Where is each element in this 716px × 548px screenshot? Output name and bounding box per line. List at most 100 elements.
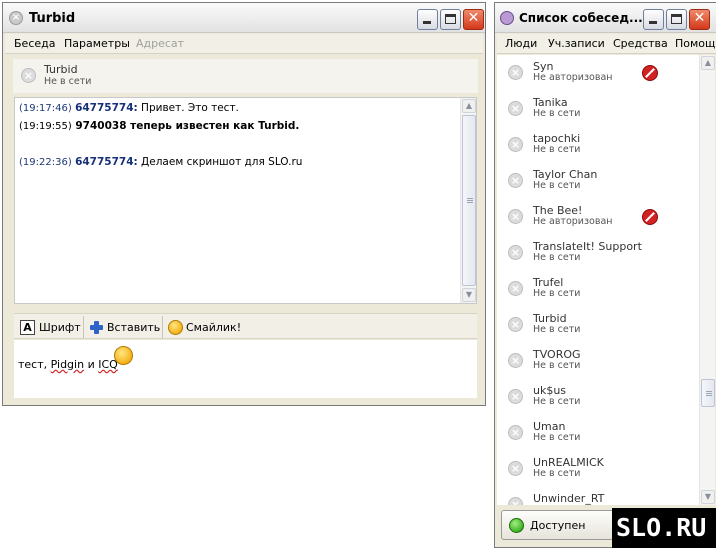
scroll-down-arrow-icon[interactable]: ▼ [701,490,715,504]
close-button[interactable]: ✕ [689,9,710,30]
minimize-icon [423,21,431,24]
buddy-list: × Syn Не авторизован × Tanika Не в сети × tapoc… [497,55,715,505]
buddy-status: Не в сети [533,468,581,479]
scroll-up-arrow-icon[interactable]: ▲ [701,56,715,70]
smiley-button-label: Смайлик! [186,320,242,334]
offline-status-icon: × [508,101,523,116]
message-timestamp: (19:22:36) [19,157,72,168]
font-icon: A [20,319,35,335]
buddy-status: Не в сети [533,144,581,155]
offline-status-icon: × [508,353,523,368]
insert-button-label: Вставить [107,320,161,334]
menu-conversation[interactable]: Беседа [14,37,55,50]
buddy-name: Unwinder_RT [533,492,605,505]
blocked-icon [642,65,658,81]
scrollbar-thumb[interactable] [462,115,476,286]
buddy-list-item[interactable]: × TranslateIt! Support Не в сети [497,235,707,271]
message-timestamp: (19:19:55) [19,121,72,132]
scroll-up-arrow-icon[interactable]: ▲ [462,99,476,113]
font-button[interactable]: A Шрифт [20,314,81,340]
maximize-icon [671,14,682,24]
conversation-log[interactable]: (19:17:46) 64775774: Привет. Это тест. (… [14,97,477,304]
buddy-status: Не в сети [533,252,581,263]
buddy-list-item[interactable]: × UnREALMICK Не в сети [497,451,707,487]
buddy-list-item[interactable]: × Uman Не в сети [497,415,707,451]
maximize-button[interactable] [666,9,687,30]
offline-status-icon: × [508,209,523,224]
chat-menubar: Беседа Параметры Адресат [5,34,483,54]
buddy-list-titlebar[interactable]: Список собесед... ✕ [495,3,716,33]
watermark-text: SLO.RU [616,513,707,542]
buddy-list-item[interactable]: × uk$us Не в сети [497,379,707,415]
buddy-list-item[interactable]: × Unwinder_RT [497,487,707,505]
buddy-status: Не авторизован [533,216,613,227]
menu-options[interactable]: Параметры [64,37,130,50]
offline-status-icon: × [508,281,523,296]
menu-recipient[interactable]: Адресат [136,37,184,50]
menu-accounts[interactable]: Уч.записи [548,37,605,50]
chat-window: × Turbid ✕ Беседа Параметры Адресат × Tu… [2,2,486,406]
message-input[interactable]: тест, Pidgin и ICQ [14,340,477,398]
buddy-list-item[interactable]: × TVOROG Не в сети [497,343,707,379]
message-input-text: тест, Pidgin и ICQ [18,358,118,371]
offline-status-icon: × [508,173,523,188]
buddy-status: Не в сети [533,108,581,119]
message-text: Делаем скриншот для SLO.ru [137,156,303,168]
buddy-list-window: Список собесед... ✕ Люди Уч.записи Средс… [494,2,716,548]
buddy-status: Не в сети [533,432,581,443]
inline-smiley-icon [114,346,133,365]
buddy-status: Не в сети [533,396,581,407]
offline-status-icon: × [508,317,523,332]
buddy-list-item[interactable]: × Tanika Не в сети [497,91,707,127]
buddy-list-item[interactable]: × The Bee! Не авторизован [497,199,707,235]
message-sender: 64775774: [75,156,138,168]
menu-tools[interactable]: Средства [613,37,668,50]
offline-status-icon: × [9,11,23,25]
maximize-button[interactable] [440,9,461,30]
buddy-status: Не в сети [533,324,581,335]
insert-button[interactable]: Вставить [90,314,160,340]
insert-plus-icon [90,320,103,334]
offline-status-icon: × [508,137,523,152]
maximize-icon [445,14,456,24]
close-button[interactable]: ✕ [463,9,484,30]
chat-window-title: Turbid [29,11,76,26]
formatting-toolbar: A Шрифт Вставить Смайлик! [14,313,477,339]
menu-help[interactable]: Помощь [675,37,716,50]
scrollbar-thumb[interactable] [701,379,715,407]
smiley-icon [168,319,183,335]
message-text: Привет. Это тест. [137,102,239,114]
buddy-list-item[interactable]: × Trufel Не в сети [497,271,707,307]
menu-people[interactable]: Люди [505,37,537,50]
minimize-button[interactable] [417,9,438,30]
buddy-list-title: Список собесед... [519,11,643,25]
offline-status-icon: × [508,245,523,260]
smiley-button[interactable]: Смайлик! [168,314,241,340]
misspelled-word: Pidgin [50,358,85,371]
buddy-list-item[interactable]: × tapochki Не в сети [497,127,707,163]
pidgin-icon [500,11,514,25]
conversation-scrollbar[interactable]: ▲ ▼ [460,98,476,303]
buddy-list-scrollbar[interactable]: ▲ ▼ [699,55,715,505]
message-sender: 64775774: [75,102,138,114]
buddy-status: Не в сети [533,180,581,191]
buddy-menubar: Люди Уч.записи Средства Помощь [497,34,716,54]
buddy-status: Не в сети [533,288,581,299]
buddy-list-item[interactable]: × Syn Не авторизован [497,55,707,91]
offline-status-icon: × [508,425,523,440]
font-button-label: Шрифт [39,320,81,334]
minimize-button[interactable] [643,9,664,30]
close-icon: ✕ [467,10,480,26]
blocked-icon [642,209,658,225]
minimize-icon [649,21,657,24]
buddy-list-item[interactable]: × Turbid Не в сети [497,307,707,343]
online-status-icon [509,518,524,533]
chat-titlebar[interactable]: × Turbid ✕ [3,3,485,33]
offline-status-icon: × [508,497,523,505]
contact-header: × Turbid Не в сети [13,59,478,93]
presence-selector[interactable]: Доступен [501,510,621,540]
offline-status-icon: × [21,68,36,83]
buddy-list-item[interactable]: × Taylor Chan Не в сети [497,163,707,199]
system-message-text: 9740038 теперь известен как Turbid. [75,120,300,132]
scroll-down-arrow-icon[interactable]: ▼ [462,288,476,302]
